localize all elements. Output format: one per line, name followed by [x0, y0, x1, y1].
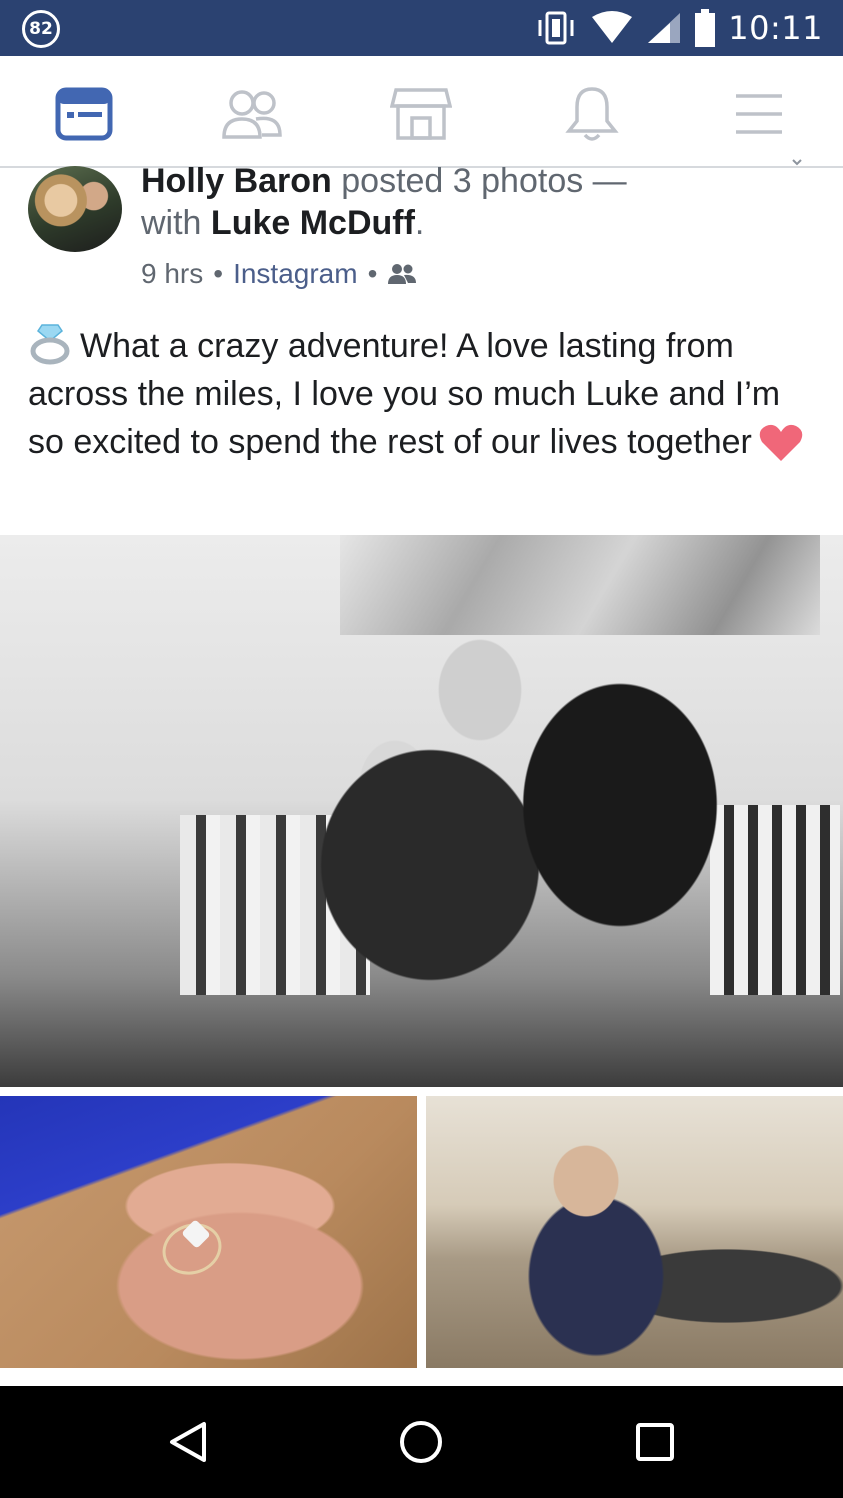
meta-separator-2: •	[367, 258, 378, 289]
status-bar: 82 10:11	[0, 0, 843, 56]
header-period: .	[414, 204, 425, 242]
recents-button[interactable]	[623, 1410, 687, 1474]
recents-icon	[636, 1423, 674, 1461]
post-time[interactable]: 9 hrs	[141, 258, 203, 290]
wifi-icon	[592, 11, 633, 43]
author-avatar[interactable]	[28, 166, 122, 252]
marketplace-icon	[390, 88, 452, 140]
clock: 10:11	[728, 9, 823, 47]
engagement-ring-photo[interactable]	[0, 1096, 417, 1368]
post-text-body: What a crazy adventure! A love lasting f…	[28, 327, 781, 461]
nav-tab-menu[interactable]	[727, 82, 791, 146]
couple-on-sofa-photo[interactable]	[0, 535, 843, 1087]
heart-icon	[759, 424, 803, 461]
top-nav-bar	[0, 56, 843, 168]
menu-icon	[736, 94, 782, 134]
wall-painting	[340, 535, 820, 635]
post-text: What a crazy adventure! A love lasting f…	[28, 321, 818, 466]
post-meta: 9 hrs • Instagram •	[141, 256, 417, 292]
post-options-chevron-icon[interactable]	[787, 158, 807, 172]
nav-tab-notifications[interactable]	[560, 82, 624, 146]
news-feed-icon	[55, 87, 113, 141]
android-nav-bar	[0, 1386, 843, 1498]
friends-audience-icon[interactable]	[387, 262, 417, 286]
vibrate-icon	[538, 11, 574, 45]
nav-tab-marketplace[interactable]	[389, 82, 453, 146]
friends-icon	[222, 90, 282, 139]
nav-tab-friends[interactable]	[220, 82, 284, 146]
ring-icon	[30, 324, 70, 365]
author-name[interactable]: Holly Baron	[141, 162, 332, 200]
status-icons: 10:11	[534, 8, 823, 48]
home-button[interactable]	[389, 1410, 453, 1474]
back-button[interactable]	[156, 1410, 220, 1474]
post-header-text: Holly Baron posted 3 photos — with Luke …	[141, 160, 781, 244]
battery-icon	[695, 9, 716, 47]
couple-on-couch-photo[interactable]	[426, 1096, 843, 1368]
post-source-link[interactable]: Instagram	[233, 258, 358, 290]
meta-separator: •	[213, 258, 224, 289]
notifications-icon	[565, 87, 619, 141]
home-icon	[400, 1421, 442, 1463]
tagged-person[interactable]: Luke McDuff	[211, 204, 415, 242]
notification-count-badge: 82	[22, 10, 60, 48]
back-icon	[170, 1422, 206, 1462]
with-prefix: with	[141, 204, 211, 242]
signal-icon	[648, 13, 681, 43]
post-action-text: posted 3 photos —	[331, 162, 627, 200]
nav-tab-news-feed[interactable]	[52, 82, 116, 146]
